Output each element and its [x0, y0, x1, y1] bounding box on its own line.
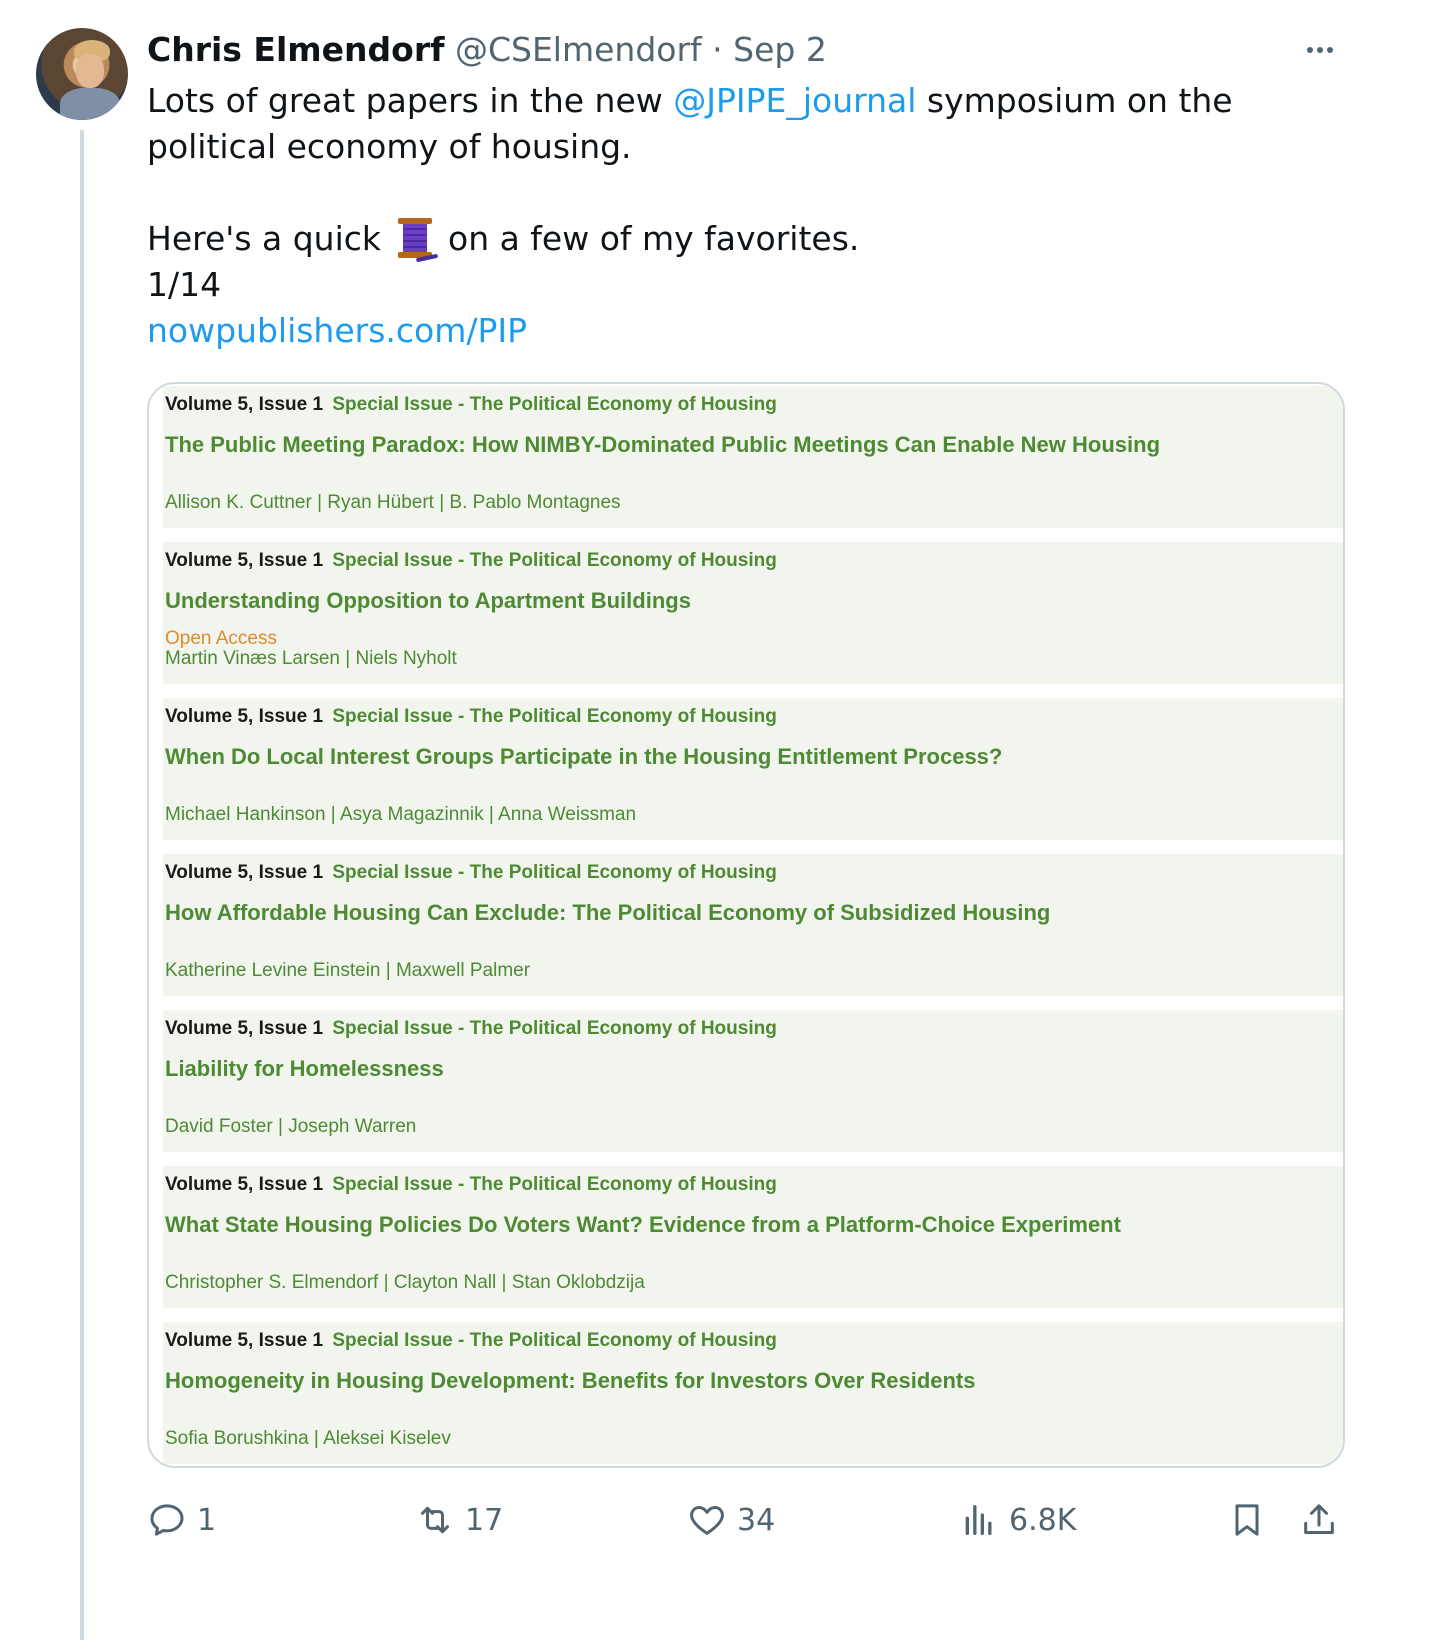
- article-title[interactable]: How Affordable Housing Can Exclude: The …: [165, 900, 1050, 926]
- views-button[interactable]: 6.8K: [959, 1492, 1076, 1548]
- like-button[interactable]: 34: [687, 1492, 775, 1548]
- volume-label: Volume 5, Issue 1 Special Issue - The Po…: [165, 550, 777, 572]
- volume-issue: Volume 5, Issue 1: [165, 1174, 324, 1195]
- header-separator: ·: [712, 30, 723, 69]
- article-title[interactable]: Understanding Opposition to Apartment Bu…: [165, 588, 691, 614]
- article-title[interactable]: The Public Meeting Paradox: How NIMBY-Do…: [165, 432, 1160, 458]
- retweet-count: 17: [465, 1502, 504, 1538]
- article-list: Volume 5, Issue 1 Special Issue - The Po…: [163, 386, 1343, 1466]
- retweet-icon: [421, 1506, 449, 1534]
- volume-label: Volume 5, Issue 1 Special Issue - The Po…: [165, 394, 777, 416]
- bookmark-button[interactable]: [1227, 1492, 1277, 1548]
- share-icon: [1304, 1504, 1334, 1534]
- special-issue-label[interactable]: Special Issue - The Political Economy of…: [332, 1330, 776, 1351]
- volume-label: Volume 5, Issue 1 Special Issue - The Po…: [165, 1174, 777, 1196]
- views-count: 6.8K: [1009, 1502, 1077, 1538]
- article-entry[interactable]: Volume 5, Issue 1 Special Issue - The Po…: [163, 386, 1343, 528]
- volume-label: Volume 5, Issue 1 Special Issue - The Po…: [165, 862, 777, 884]
- article-authors[interactable]: Katherine Levine Einstein | Maxwell Palm…: [165, 960, 530, 982]
- special-issue-label[interactable]: Special Issue - The Political Economy of…: [332, 706, 776, 727]
- retweet-button[interactable]: 17: [415, 1492, 503, 1548]
- text-line1-before: Lots of great papers in the new: [147, 81, 674, 120]
- volume-issue: Volume 5, Issue 1: [165, 394, 324, 415]
- like-count: 34: [737, 1502, 776, 1538]
- article-entry[interactable]: Volume 5, Issue 1 Special Issue - The Po…: [163, 1322, 1343, 1464]
- volume-label: Volume 5, Issue 1 Special Issue - The Po…: [165, 706, 777, 728]
- tweet-actions-bar: 1 17 34 6.8K: [147, 1492, 1347, 1548]
- article-authors[interactable]: Martin Vinæs Larsen | Niels Nyholt: [165, 648, 457, 670]
- author-avatar[interactable]: [36, 28, 128, 120]
- thread-connector-line: [80, 130, 84, 1640]
- article-authors[interactable]: Michael Hankinson | Asya Magazinnik | An…: [165, 804, 636, 826]
- journal-mention-link[interactable]: @JPIPE_journal: [673, 81, 916, 120]
- tweet-header: Chris Elmendorf @CSElmendorf · Sep 2: [147, 28, 1345, 72]
- article-entry[interactable]: Volume 5, Issue 1 Special Issue - The Po…: [163, 542, 1343, 684]
- reply-count: 1: [197, 1502, 217, 1538]
- reply-button[interactable]: 1: [147, 1492, 216, 1548]
- article-title[interactable]: Liability for Homelessness: [165, 1056, 444, 1082]
- thread-counter: 1/14: [147, 265, 222, 304]
- article-authors[interactable]: Sofia Borushkina | Aleksei Kiselev: [165, 1428, 451, 1450]
- text-line2-after: on a few of my favorites.: [437, 219, 860, 258]
- text-line2-before: Here's a quick: [147, 219, 392, 258]
- attached-image-card[interactable]: Volume 5, Issue 1 Special Issue - The Po…: [147, 382, 1345, 1468]
- article-entry[interactable]: Volume 5, Issue 1 Special Issue - The Po…: [163, 854, 1343, 996]
- volume-issue: Volume 5, Issue 1: [165, 706, 324, 727]
- special-issue-label[interactable]: Special Issue - The Political Economy of…: [332, 1018, 776, 1039]
- article-authors[interactable]: David Foster | Joseph Warren: [165, 1116, 416, 1138]
- volume-issue: Volume 5, Issue 1: [165, 1018, 324, 1039]
- volume-issue: Volume 5, Issue 1: [165, 550, 324, 571]
- spool-of-thread-icon: [397, 218, 438, 263]
- article-entry[interactable]: Volume 5, Issue 1 Special Issue - The Po…: [163, 1166, 1343, 1308]
- more-icon[interactable]: [1296, 30, 1344, 70]
- volume-issue: Volume 5, Issue 1: [165, 1330, 324, 1351]
- volume-label: Volume 5, Issue 1 Special Issue - The Po…: [165, 1330, 777, 1352]
- special-issue-label[interactable]: Special Issue - The Political Economy of…: [332, 1174, 776, 1195]
- special-issue-label[interactable]: Special Issue - The Political Economy of…: [332, 862, 776, 883]
- article-entry[interactable]: Volume 5, Issue 1 Special Issue - The Po…: [163, 1010, 1343, 1152]
- heart-icon: [690, 1506, 724, 1535]
- article-title[interactable]: What State Housing Policies Do Voters Wa…: [165, 1212, 1121, 1238]
- share-button[interactable]: [1299, 1492, 1349, 1548]
- tweet-text: Lots of great papers in the new @JPIPE_j…: [147, 78, 1347, 354]
- author-name[interactable]: Chris Elmendorf: [147, 30, 444, 69]
- reply-icon: [150, 1504, 184, 1536]
- author-handle[interactable]: @CSElmendorf: [455, 30, 702, 69]
- article-title[interactable]: Homogeneity in Housing Development: Bene…: [165, 1368, 976, 1394]
- article-entry[interactable]: Volume 5, Issue 1 Special Issue - The Po…: [163, 698, 1343, 840]
- analytics-icon: [965, 1505, 992, 1535]
- bookmark-icon: [1235, 1504, 1259, 1536]
- article-authors[interactable]: Christopher S. Elmendorf | Clayton Nall …: [165, 1272, 645, 1294]
- special-issue-label[interactable]: Special Issue - The Political Economy of…: [332, 394, 776, 415]
- open-access-badge: Open Access: [165, 628, 277, 649]
- article-title[interactable]: When Do Local Interest Groups Participat…: [165, 744, 1002, 770]
- external-link[interactable]: nowpublishers.com/PIP: [147, 311, 527, 350]
- volume-label: Volume 5, Issue 1 Special Issue - The Po…: [165, 1018, 777, 1040]
- article-authors[interactable]: Allison K. Cuttner | Ryan Hübert | B. Pa…: [165, 492, 621, 514]
- tweet-date[interactable]: Sep 2: [733, 30, 827, 69]
- special-issue-label[interactable]: Special Issue - The Political Economy of…: [332, 550, 776, 571]
- volume-issue: Volume 5, Issue 1: [165, 862, 324, 883]
